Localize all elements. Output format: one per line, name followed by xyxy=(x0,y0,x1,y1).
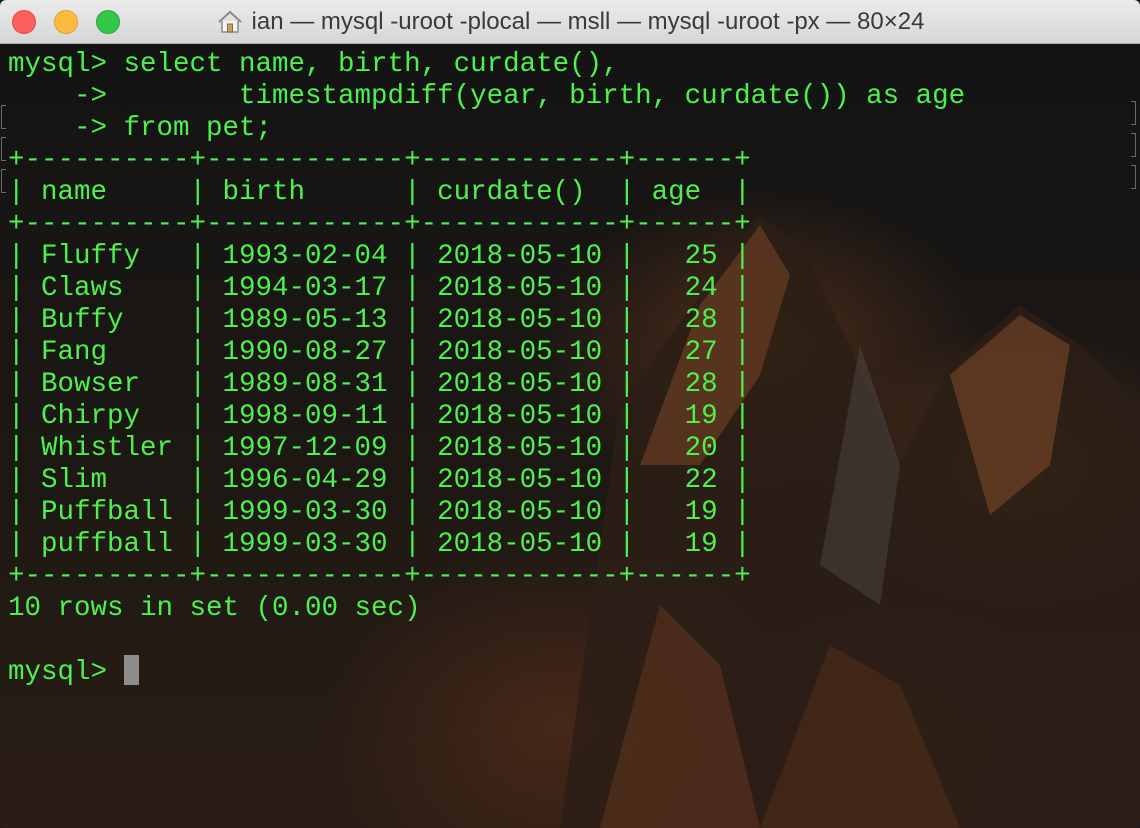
terminal-line-text: | puffball | 1999-03-30 | 2018-05-10 | 1… xyxy=(8,529,751,560)
terminal-line-text: | Whistler | 1997-12-09 | 2018-05-10 | 2… xyxy=(8,433,751,464)
prompt-line: mysql> xyxy=(8,654,965,689)
terminal-output[interactable]: mysql> select name, birth, curdate(), ->… xyxy=(8,49,965,689)
terminal-window: ian — mysql -uroot -plocal — msll — mysq… xyxy=(0,0,1140,828)
terminal-line: +----------+------------+------------+--… xyxy=(8,145,965,177)
terminal-line: | Whistler | 1997-12-09 | 2018-05-10 | 2… xyxy=(8,433,965,465)
terminal-line: | Chirpy | 1998-09-11 | 2018-05-10 | 19 … xyxy=(8,401,965,433)
terminal-line-text: +----------+------------+------------+--… xyxy=(8,145,751,176)
terminal-line: | Claws | 1994-03-17 | 2018-05-10 | 24 | xyxy=(8,273,965,305)
terminal-line-text: | Fluffy | 1993-02-04 | 2018-05-10 | 25 … xyxy=(8,241,751,272)
terminal-line: +----------+------------+------------+--… xyxy=(8,209,965,241)
terminal-line: | Buffy | 1989-05-13 | 2018-05-10 | 28 | xyxy=(8,305,965,337)
text-cursor xyxy=(123,654,139,685)
terminal-line-text: | Chirpy | 1998-09-11 | 2018-05-10 | 19 … xyxy=(8,401,751,432)
terminal-line-text: +----------+------------+------------+--… xyxy=(8,561,751,592)
terminal-line: | Fang | 1990-08-27 | 2018-05-10 | 27 | xyxy=(8,337,965,369)
terminal-line: -> timestampdiff(year, birth, curdate())… xyxy=(8,81,965,113)
terminal-line: 10 rows in set (0.00 sec) xyxy=(8,593,965,625)
terminal-line: | Bowser | 1989-08-31 | 2018-05-10 | 28 … xyxy=(8,369,965,401)
terminal-line-text: 10 rows in set (0.00 sec) xyxy=(8,593,421,624)
terminal-line-text: +----------+------------+------------+--… xyxy=(8,209,751,240)
terminal-line: | Puffball | 1999-03-30 | 2018-05-10 | 1… xyxy=(8,497,965,529)
terminal-line-text: | Slim | 1996-04-29 | 2018-05-10 | 22 | xyxy=(8,465,751,496)
terminal-line: -> from pet; xyxy=(8,113,965,145)
home-icon xyxy=(217,10,242,33)
terminal-line-text: -> from pet; xyxy=(8,113,273,144)
terminal-line-text: | name | birth | curdate() | age | xyxy=(8,177,751,208)
window-title: ian — mysql -uroot -plocal — msll — mysq… xyxy=(251,8,925,35)
terminal-line-text: mysql> xyxy=(8,657,124,688)
terminal-line: | name | birth | curdate() | age | xyxy=(8,177,965,209)
terminal-line-text: | Fang | 1990-08-27 | 2018-05-10 | 27 | xyxy=(8,337,751,368)
title-bar[interactable]: ian — mysql -uroot -plocal — msll — mysq… xyxy=(0,0,1140,44)
window-title-container: ian — mysql -uroot -plocal — msll — mysq… xyxy=(0,0,1140,44)
terminal-line-text: | Puffball | 1999-03-30 | 2018-05-10 | 1… xyxy=(8,497,751,528)
scrollbar[interactable] xyxy=(1130,93,1136,189)
terminal-line: +----------+------------+------------+--… xyxy=(8,561,965,593)
terminal-line: | puffball | 1999-03-30 | 2018-05-10 | 1… xyxy=(8,529,965,561)
terminal-line: | Slim | 1996-04-29 | 2018-05-10 | 22 | xyxy=(8,465,965,497)
terminal-content[interactable]: mysql> select name, birth, curdate(), ->… xyxy=(0,45,1140,828)
terminal-line-text: | Buffy | 1989-05-13 | 2018-05-10 | 28 | xyxy=(8,305,751,336)
terminal-line-text: | Bowser | 1989-08-31 | 2018-05-10 | 28 … xyxy=(8,369,751,400)
terminal-line: mysql> select name, birth, curdate(), xyxy=(8,49,965,81)
terminal-line-text: mysql> select name, birth, curdate(), xyxy=(8,49,619,80)
terminal-line: | Fluffy | 1993-02-04 | 2018-05-10 | 25 … xyxy=(8,241,965,273)
terminal-line-text: -> timestampdiff(year, birth, curdate())… xyxy=(8,81,966,112)
terminal-line-text: | Claws | 1994-03-17 | 2018-05-10 | 24 | xyxy=(8,273,751,304)
